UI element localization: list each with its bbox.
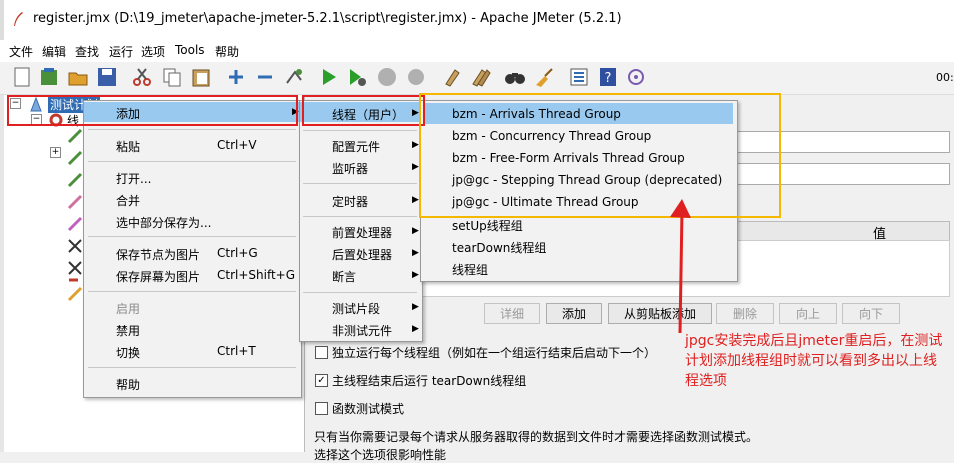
functional-mode-note: 只有当你需要记录每个请求从服务器取得的数据到文件时才需要选择函数测试模式。 xyxy=(314,430,759,444)
shutdown-icon[interactable] xyxy=(405,66,427,88)
thread-item-teardown[interactable]: tearDown线程组 xyxy=(452,239,546,256)
open-icon[interactable] xyxy=(67,66,89,88)
submenu-item-pre-processor[interactable]: 前置处理器 xyxy=(332,224,392,241)
menu-edit[interactable]: 编辑 xyxy=(42,43,66,60)
submenu-item-config[interactable]: 配置元件 xyxy=(332,138,380,155)
new-icon[interactable] xyxy=(11,66,33,88)
timer-arrow-icon: ▶ xyxy=(412,195,419,205)
menu-search[interactable]: 查找 xyxy=(75,43,99,60)
save-icon[interactable] xyxy=(96,66,118,88)
submenu-item-assertion[interactable]: 断言 xyxy=(332,268,356,285)
stop-icon[interactable] xyxy=(376,66,398,88)
annotation-red-box-2 xyxy=(302,95,425,126)
function-helper-icon[interactable] xyxy=(568,66,590,88)
menu-item-open[interactable]: 打开... xyxy=(116,170,151,187)
menu-item-save-screen-image[interactable]: 保存屏幕为图片 xyxy=(116,268,200,285)
menu-item-save-selection[interactable]: 选中部分保存为... xyxy=(116,214,211,231)
menu-item-disable[interactable]: 禁用 xyxy=(116,322,140,339)
menu-separator xyxy=(88,291,296,292)
up-button[interactable]: 向上 xyxy=(779,303,837,324)
config-arrow-icon: ▶ xyxy=(412,140,419,150)
tree-expand-toggle[interactable]: + xyxy=(50,147,61,158)
cut-icon[interactable] xyxy=(131,66,153,88)
save-screen-image-shortcut: Ctrl+Shift+G xyxy=(217,268,296,282)
help-icon[interactable]: ? xyxy=(597,66,619,88)
fragment-arrow-icon: ▶ xyxy=(412,302,419,312)
annotation-orange-box xyxy=(419,93,781,218)
down-button[interactable]: 向下 xyxy=(842,303,900,324)
functional-mode-checkbox[interactable] xyxy=(315,402,328,415)
start-no-pause-icon[interactable] xyxy=(346,66,368,88)
menu-item-paste[interactable]: 粘贴 xyxy=(116,138,140,155)
non-test-arrow-icon: ▶ xyxy=(412,324,419,334)
add-button[interactable]: 添加 xyxy=(546,303,602,324)
thread-item-thread-group[interactable]: 线程组 xyxy=(452,261,488,278)
annotation-arrow-icon xyxy=(670,199,691,334)
clear-icon[interactable] xyxy=(441,66,463,88)
menu-item-merge[interactable]: 合并 xyxy=(116,192,140,209)
start-icon[interactable] xyxy=(318,66,340,88)
menu-tools[interactable]: Tools xyxy=(175,43,205,57)
menu-separator xyxy=(303,216,417,217)
functional-mode-label: 函数测试模式 xyxy=(332,402,405,416)
templates-icon[interactable] xyxy=(38,66,60,88)
listener-arrow-icon: ▶ xyxy=(412,162,419,172)
independent-threads-label: 独立运行每个线程组（例如在一个组运行结束后启动下一个） xyxy=(332,346,657,360)
menu-help[interactable]: 帮助 xyxy=(215,43,239,60)
menu-separator xyxy=(88,129,296,130)
teardown-checkbox[interactable]: ✓ xyxy=(315,374,328,387)
window-edge xyxy=(0,0,4,40)
pre-processor-arrow-icon: ▶ xyxy=(412,226,419,236)
toggle-shortcut: Ctrl+T xyxy=(217,344,256,358)
collapse-icon[interactable] xyxy=(254,66,276,88)
window-title: register.jmx (D:\19_jmeter\apache-jmeter… xyxy=(33,11,622,26)
submenu-item-non-test[interactable]: 非测试元件 xyxy=(332,322,392,339)
svg-text:?: ? xyxy=(605,71,612,86)
menu-separator xyxy=(303,292,417,293)
submenu-item-test-fragment[interactable]: 测试片段 xyxy=(332,300,380,317)
menu-file[interactable]: 文件 xyxy=(9,43,33,60)
menu-item-toggle[interactable]: 切换 xyxy=(116,344,140,361)
elapsed-time: 00: xyxy=(936,71,954,84)
paste-icon[interactable] xyxy=(190,66,212,88)
menu-separator xyxy=(88,236,296,237)
clear-all-icon[interactable] xyxy=(470,66,492,88)
search-icon[interactable] xyxy=(504,66,526,88)
menu-run[interactable]: 运行 xyxy=(109,43,133,60)
submenu-item-timer[interactable]: 定时器 xyxy=(332,193,368,210)
post-processor-arrow-icon: ▶ xyxy=(412,248,419,258)
submenu-item-post-processor[interactable]: 后置处理器 xyxy=(332,246,392,263)
menu-separator xyxy=(88,367,296,368)
sampler-icons xyxy=(67,128,83,302)
annotation-text: jpgc安装完成后且jmeter重启后，在测试计划添加线程组时就可以看到多出以上… xyxy=(685,333,943,389)
submenu-item-listener[interactable]: 监听器 xyxy=(332,160,368,177)
detail-button[interactable]: 详细 xyxy=(484,303,540,324)
toggle-icon[interactable] xyxy=(283,66,305,88)
menu-separator xyxy=(303,183,417,184)
copy-icon[interactable] xyxy=(161,66,183,88)
menu-separator xyxy=(303,130,417,131)
assertion-arrow-icon: ▶ xyxy=(412,270,419,280)
functional-mode-note-2: 选择这个选项很影响性能 xyxy=(314,448,447,462)
expand-icon[interactable] xyxy=(225,66,247,88)
save-node-image-shortcut: Ctrl+G xyxy=(217,246,258,260)
jmeter-feather-icon xyxy=(14,12,23,26)
teardown-label: 主线程结束后运行 tearDown线程组 xyxy=(332,374,527,388)
menu-separator xyxy=(88,161,296,162)
remote-icon[interactable] xyxy=(625,66,647,88)
menu-item-help[interactable]: 帮助 xyxy=(116,376,140,393)
menu-item-enable[interactable]: 启用 xyxy=(116,300,140,317)
independent-threads-checkbox[interactable] xyxy=(315,346,328,359)
annotation-red-box xyxy=(7,95,298,126)
delete-button[interactable]: 删除 xyxy=(716,303,774,324)
thread-item-setup[interactable]: setUp线程组 xyxy=(452,217,523,234)
paste-shortcut: Ctrl+V xyxy=(217,138,257,152)
menu-options[interactable]: 选项 xyxy=(141,43,165,60)
menu-item-save-node-image[interactable]: 保存节点为图片 xyxy=(116,246,200,263)
reset-search-icon[interactable] xyxy=(533,66,555,88)
